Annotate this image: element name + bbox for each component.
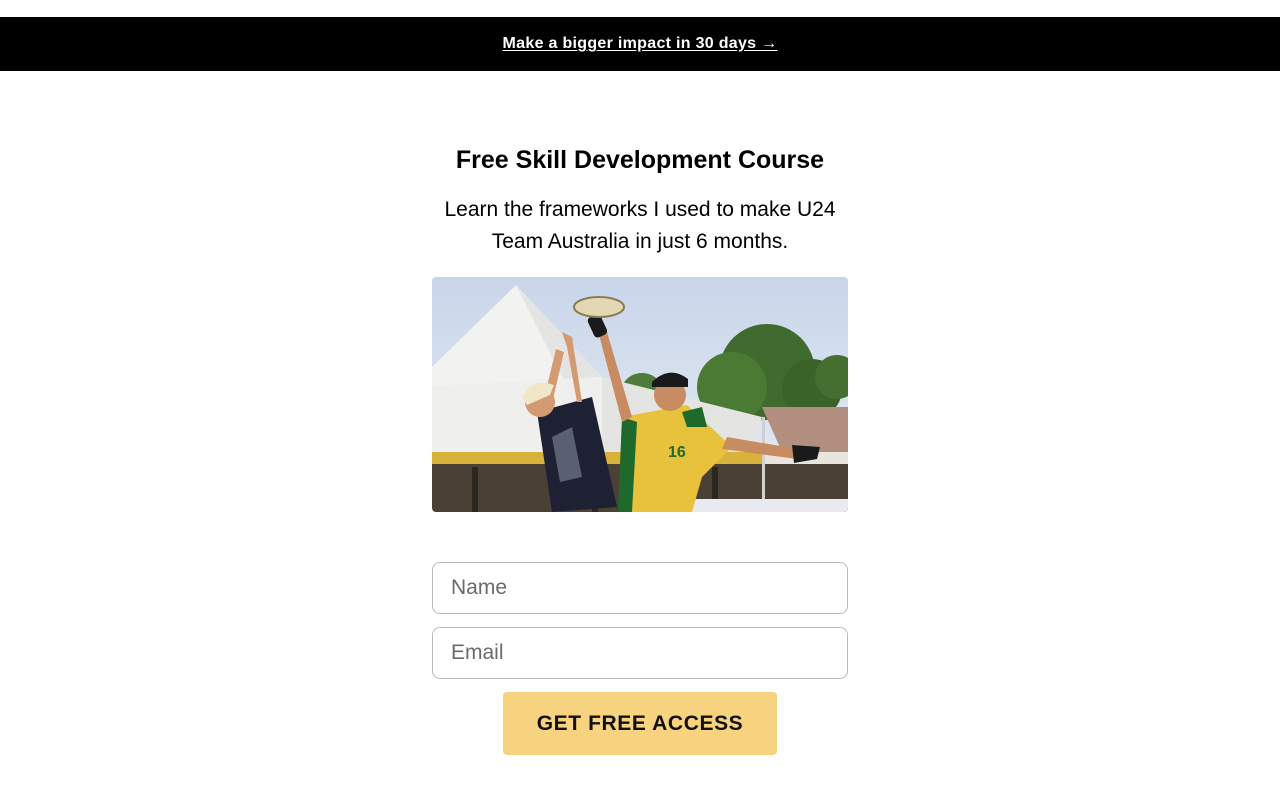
- main-content: Free Skill Development Course Learn the …: [432, 144, 848, 755]
- name-input[interactable]: [432, 562, 848, 614]
- signup-form: GET FREE ACCESS: [432, 562, 848, 755]
- top-spacer: [0, 0, 1280, 17]
- get-free-access-button[interactable]: GET FREE ACCESS: [503, 692, 777, 755]
- page-subtitle: Learn the frameworks I used to make U24 …: [444, 198, 836, 253]
- frisbee: [573, 296, 625, 318]
- hero-image: 16: [432, 277, 848, 512]
- email-input[interactable]: [432, 627, 848, 679]
- page-title: Free Skill Development Course: [455, 146, 825, 174]
- announcement-link[interactable]: Make a bigger impact in 30 days →: [503, 35, 778, 53]
- announcement-bar: Make a bigger impact in 30 days →: [0, 17, 1280, 71]
- jersey-number: 16: [668, 444, 686, 461]
